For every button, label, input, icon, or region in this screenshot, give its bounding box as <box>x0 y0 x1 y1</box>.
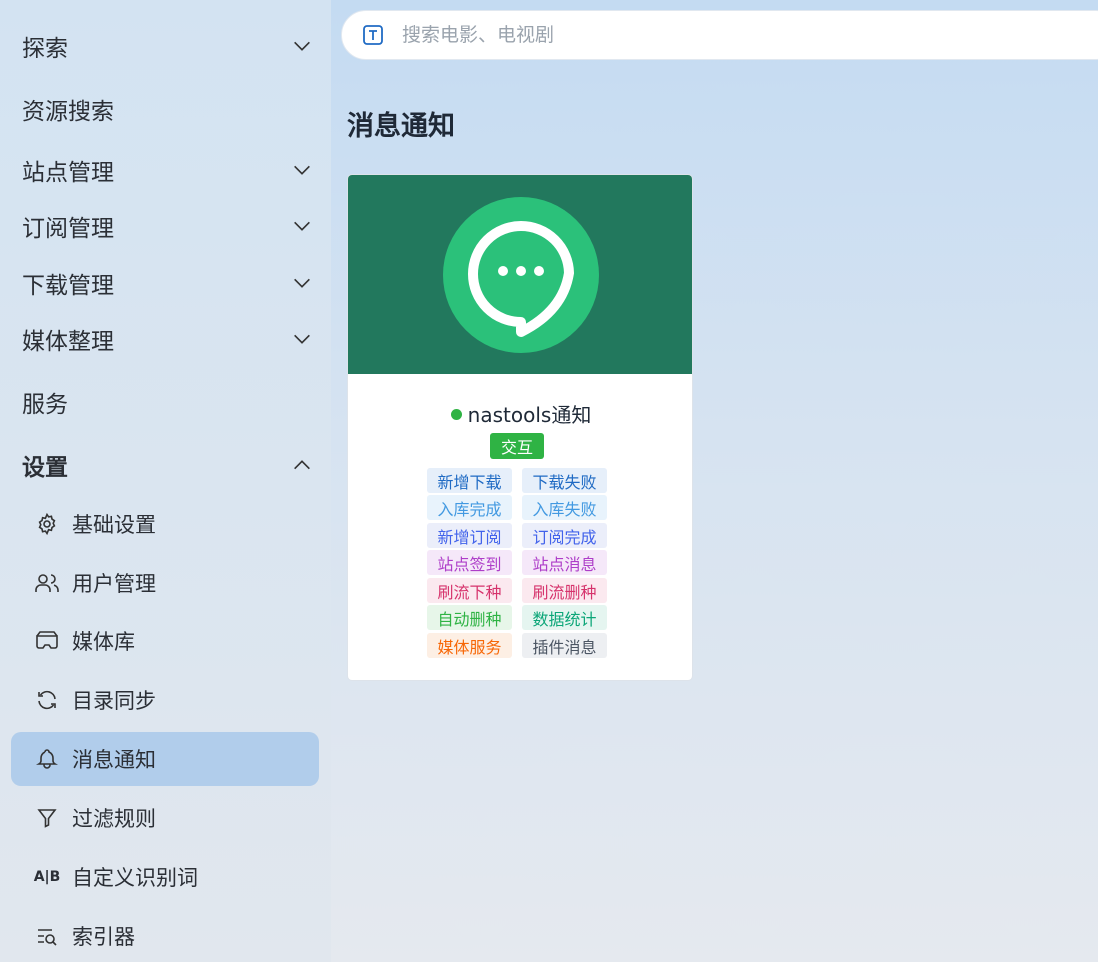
tag-import-done: 入库完成 <box>427 495 512 520</box>
tag-auto-delete: 自动删种 <box>427 605 512 630</box>
nav-download-manage-label: 下载管理 <box>22 273 114 299</box>
tag-site-message: 站点消息 <box>522 550 607 575</box>
card-name-text: nastools通知 <box>467 403 592 427</box>
nav-filter-rules[interactable]: 过滤规则 <box>11 791 319 845</box>
card-banner <box>348 175 692 374</box>
nav-download-manage[interactable]: 下载管理 <box>0 258 331 308</box>
nav-user-manage-label: 用户管理 <box>72 572 156 596</box>
tag-import-failed: 入库失败 <box>522 495 607 520</box>
tag-subscribe-done: 订阅完成 <box>522 523 607 548</box>
tag-new-subscribe: 新增订阅 <box>427 523 512 548</box>
search-bar[interactable] <box>341 10 1098 60</box>
nav-media-library-label: 媒体库 <box>72 630 135 654</box>
nav-custom-words[interactable]: A|B 自定义识别词 <box>11 850 319 904</box>
tag-new-download: 新增下载 <box>427 468 512 493</box>
vr-glasses-icon <box>34 628 60 654</box>
tag-site-signin: 站点签到 <box>427 550 512 575</box>
nav-resource-search[interactable]: 资源搜索 <box>0 84 331 134</box>
text-t-icon <box>363 25 383 45</box>
chat-bubble-icon <box>443 197 599 353</box>
nav-indexer[interactable]: 索引器 <box>11 909 319 962</box>
chevron-down-icon <box>294 334 310 344</box>
nav-explore-label: 探索 <box>22 36 68 62</box>
tag-brush-delete: 刷流删种 <box>522 578 607 603</box>
nav-site-manage[interactable]: 站点管理 <box>0 145 331 195</box>
card-title: nastools通知 <box>348 399 692 428</box>
nav-basic-settings[interactable]: 基础设置 <box>11 497 319 551</box>
nav-explore[interactable]: 探索 <box>0 21 331 71</box>
chevron-down-icon <box>294 165 310 175</box>
bell-icon <box>34 746 60 772</box>
refresh-icon <box>34 687 60 713</box>
tag-brush-seed: 刷流下种 <box>427 578 512 603</box>
nav-resource-search-label: 资源搜索 <box>22 99 114 125</box>
interactive-badge: 交互 <box>490 433 544 459</box>
chevron-down-icon <box>294 41 310 51</box>
nav-filter-rules-label: 过滤规则 <box>72 807 156 831</box>
nav-settings-label: 设置 <box>22 455 68 481</box>
nav-service-label: 服务 <box>22 392 68 418</box>
alpha-beta-icon: A|B <box>33 869 61 885</box>
page-title: 消息通知 <box>347 111 455 142</box>
nav-service[interactable]: 服务 <box>0 377 331 427</box>
sidebar: 探索 资源搜索 站点管理 订阅管理 下载管理 媒体整理 服务 设置 基础设置 用… <box>0 0 331 962</box>
nav-subscribe-manage[interactable]: 订阅管理 <box>0 201 331 251</box>
nav-directory-sync[interactable]: 目录同步 <box>11 673 319 727</box>
chevron-up-icon <box>294 460 310 470</box>
tag-media-service: 媒体服务 <box>427 633 512 658</box>
tag-plugin-message: 插件消息 <box>522 633 607 658</box>
chevron-down-icon <box>294 221 310 231</box>
nav-basic-settings-label: 基础设置 <box>72 513 156 537</box>
nav-custom-words-label: 自定义识别词 <box>72 866 198 890</box>
nav-media-organize[interactable]: 媒体整理 <box>0 314 331 364</box>
filter-icon <box>34 805 60 831</box>
nav-user-manage[interactable]: 用户管理 <box>11 556 319 610</box>
status-dot <box>450 409 462 420</box>
notification-card[interactable]: nastools通知 交互 新增下载 下载失败 入库完成 入库失败 新增订阅 订… <box>347 174 693 681</box>
tag-download-failed: 下载失败 <box>522 468 607 493</box>
gear-icon <box>34 511 60 537</box>
nav-directory-sync-label: 目录同步 <box>72 689 156 713</box>
chevron-down-icon <box>294 278 310 288</box>
nav-media-organize-label: 媒体整理 <box>22 329 114 355</box>
list-search-icon <box>34 923 60 949</box>
nav-subscribe-manage-label: 订阅管理 <box>22 216 114 242</box>
users-icon <box>34 570 60 596</box>
nav-media-library[interactable]: 媒体库 <box>11 614 319 668</box>
nav-site-manage-label: 站点管理 <box>22 160 114 186</box>
nav-indexer-label: 索引器 <box>72 925 135 949</box>
tag-data-stats: 数据统计 <box>522 605 607 630</box>
search-input[interactable] <box>402 20 1002 50</box>
nav-notifications-label: 消息通知 <box>72 748 156 772</box>
nav-settings[interactable]: 设置 <box>0 440 331 490</box>
nav-notifications[interactable]: 消息通知 <box>11 732 319 786</box>
